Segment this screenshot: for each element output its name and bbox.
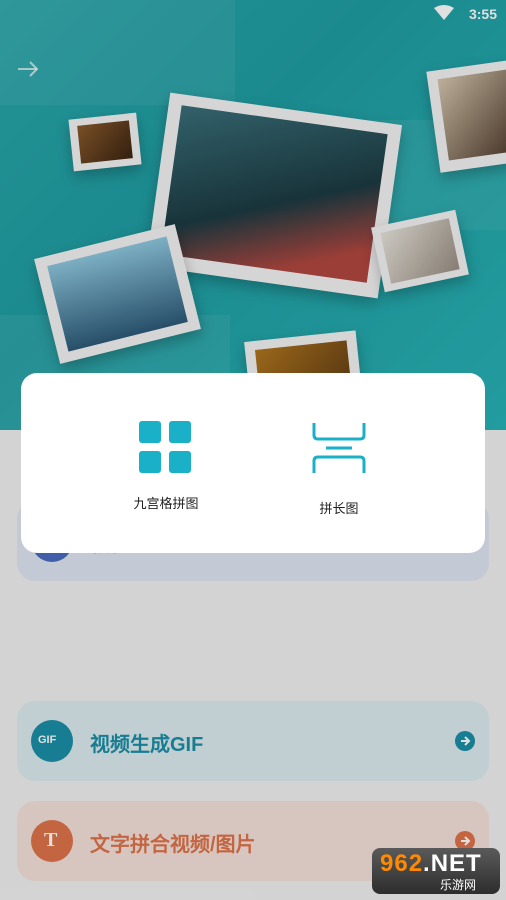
long-image-icon bbox=[312, 423, 366, 473]
option-nine-grid[interactable]: 九宫格拼图 bbox=[106, 421, 226, 512]
watermark-logo: 962.NET bbox=[380, 850, 482, 877]
site-watermark: 962.NET 乐游网 bbox=[372, 848, 500, 894]
option-label: 九宫格拼图 bbox=[133, 496, 199, 511]
collage-type-dialog: 九宫格拼图 拼长图 bbox=[21, 373, 485, 553]
watermark-cn: 乐游网 bbox=[440, 878, 477, 892]
option-label: 拼长图 bbox=[319, 501, 359, 516]
option-long-image[interactable]: 拼长图 bbox=[279, 421, 399, 517]
grid-icon bbox=[139, 421, 193, 475]
